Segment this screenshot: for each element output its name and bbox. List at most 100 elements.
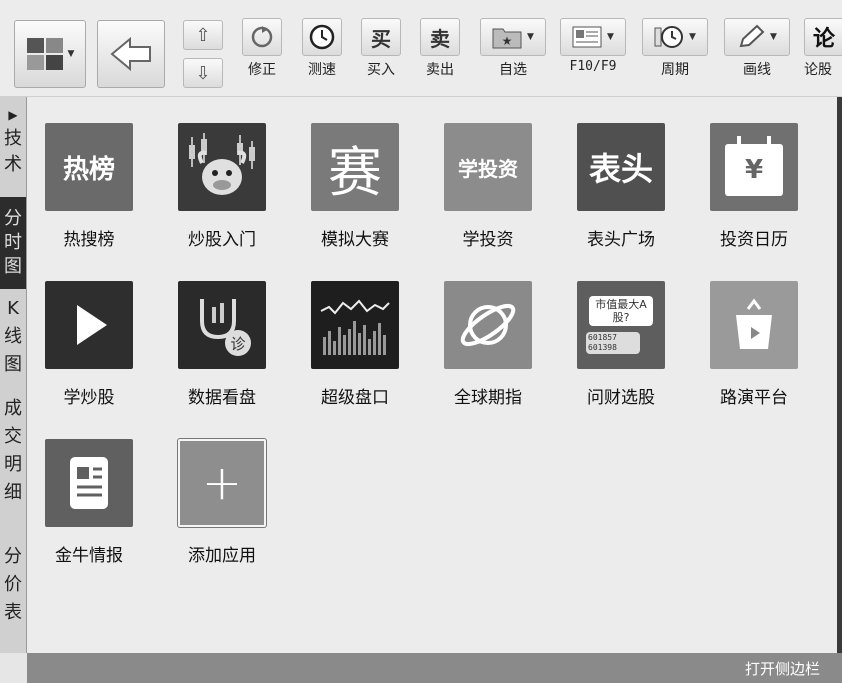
app-label: 表头广场 — [587, 230, 655, 250]
sell-label: 卖出 — [426, 62, 454, 78]
open-sidebar-label: 打开侧边栏 — [744, 659, 820, 678]
layout-switch-button[interactable]: ▼ — [14, 20, 86, 88]
left-strip-char[interactable]: 价 — [0, 573, 26, 597]
header-square-icon: 表头 — [577, 123, 665, 211]
draw-line-label: 画线 — [743, 62, 771, 78]
news-document-icon — [45, 439, 133, 527]
app-invest-calendar[interactable]: ¥ 投资日历 — [699, 123, 809, 250]
contest-icon: 赛 — [311, 123, 399, 211]
chevron-down-icon: ▼ — [689, 32, 696, 42]
back-button[interactable] — [97, 20, 165, 88]
correct-label: 修正 — [248, 62, 276, 78]
left-strip-char[interactable]: K — [0, 297, 26, 321]
period-button[interactable]: ▼ 周期 — [640, 18, 710, 79]
refresh-icon — [242, 18, 282, 56]
app-data-watch[interactable]: 诊 数据看盘 — [167, 281, 277, 408]
app-ask-wealth-pick-stock[interactable]: 市值最大A股? 601857 601398 问财选股 — [566, 281, 676, 408]
chevron-down-icon: ▼ — [527, 32, 534, 42]
app-label: 添加应用 — [188, 546, 256, 566]
left-strip-char[interactable]: 表 — [0, 601, 26, 625]
sell-icon: 卖 — [420, 18, 460, 56]
app-panel: 热榜 热搜榜 炒股入门 赛 模拟大赛 学投资 学投资 表头 表头广场 ¥ 投资日… — [27, 97, 837, 653]
left-strip-arrow-icon: ▶ — [8, 108, 18, 122]
left-strip-tab-active[interactable]: 分 时 图 — [0, 197, 26, 289]
chevron-down-icon: ▼ — [67, 49, 75, 59]
watchlist-button[interactable]: ★ ▼ 自选 — [478, 18, 548, 79]
chevron-down-icon: ▼ — [770, 32, 777, 42]
app-label: 数据看盘 — [188, 388, 256, 408]
podium-icon — [710, 281, 798, 369]
left-strip-char: 时 — [4, 232, 22, 253]
sidebar-toggle-bar[interactable]: 打开侧边栏 — [27, 653, 842, 683]
left-strip-char[interactable]: 成 — [0, 397, 26, 421]
app-golden-bull-intel[interactable]: 金牛情报 — [34, 439, 144, 566]
page-up-button[interactable]: ⇧ — [183, 20, 223, 50]
page-down-button[interactable]: ⇩ — [183, 58, 223, 88]
app-roadshow-platform[interactable]: 路演平台 — [699, 281, 809, 408]
document-icon: ▼ — [560, 18, 626, 56]
left-strip-char: 图 — [4, 256, 22, 277]
hot-list-icon: 热榜 — [45, 123, 133, 211]
chat-bubble-icon: 市值最大A股? 601857 601398 — [577, 281, 665, 369]
left-strip-char[interactable]: 术 — [0, 153, 26, 177]
app-stock-beginner[interactable]: 炒股入门 — [167, 123, 277, 250]
buy-button[interactable]: 买 买入 — [357, 18, 405, 79]
f10-f9-label: F10/F9 — [569, 59, 617, 74]
right-scroll-edge — [837, 97, 842, 653]
arrow-left-icon — [110, 37, 151, 71]
pencil-icon: ▼ — [724, 18, 790, 56]
bull-chart-icon — [178, 123, 266, 211]
app-label: 热搜榜 — [63, 230, 115, 250]
svg-text:★: ★ — [502, 34, 513, 48]
app-label: 学投资 — [462, 230, 514, 250]
sell-button[interactable]: 卖 卖出 — [416, 18, 464, 79]
left-strip-char[interactable]: 分 — [0, 545, 26, 569]
chevron-down-icon: ▼ — [607, 32, 614, 42]
app-label: 模拟大赛 — [321, 230, 389, 250]
draw-line-button[interactable]: ▼ 画线 — [722, 18, 792, 79]
period-label: 周期 — [661, 62, 689, 78]
app-learn-invest[interactable]: 学投资 学投资 — [433, 123, 543, 250]
app-label: 学炒股 — [63, 388, 115, 408]
left-strip-char[interactable]: 线 — [0, 325, 26, 349]
discuss-stock-button[interactable]: 论 论股 — [804, 18, 842, 79]
play-video-icon — [45, 281, 133, 369]
discuss-stock-label: 论股 — [804, 62, 832, 78]
stethoscope-icon: 诊 — [178, 281, 266, 369]
add-app-button[interactable]: + 添加应用 — [167, 439, 277, 566]
f10-f9-button[interactable]: ▼ F10/F9 — [558, 18, 628, 74]
app-super-order-book[interactable]: 超级盘口 — [300, 281, 410, 408]
app-header-square[interactable]: 表头 表头广场 — [566, 123, 676, 250]
left-strip-char: 分 — [4, 208, 22, 229]
folder-star-icon: ★ ▼ — [480, 18, 546, 56]
left-strip-char[interactable]: 交 — [0, 425, 26, 449]
left-strip-char[interactable]: 细 — [0, 481, 26, 505]
planet-icon — [444, 281, 532, 369]
left-tab-strip: ▶ 技 术 分 时 图 K 线 图 成 交 明 细 分 价 表 — [0, 97, 27, 653]
buy-label: 买入 — [367, 62, 395, 78]
arrow-up-icon: ⇧ — [195, 24, 211, 46]
watchlist-label: 自选 — [499, 62, 527, 78]
app-label: 炒股入门 — [188, 230, 256, 250]
clock-icon — [302, 18, 342, 56]
plus-icon: + — [178, 439, 266, 527]
app-simulation-contest[interactable]: 赛 模拟大赛 — [300, 123, 410, 250]
left-strip-char[interactable]: 技 — [0, 127, 26, 151]
discuss-icon: 论 — [804, 18, 842, 56]
layout-grid-icon — [26, 38, 63, 70]
left-strip-char[interactable]: 明 — [0, 453, 26, 477]
learn-invest-icon: 学投资 — [444, 123, 532, 211]
svg-text:诊: 诊 — [230, 335, 245, 353]
buy-icon: 买 — [361, 18, 401, 56]
app-global-index-futures[interactable]: 全球期指 — [433, 281, 543, 408]
app-label: 问财选股 — [587, 388, 655, 408]
order-book-chart-icon — [311, 281, 399, 369]
arrow-down-icon: ⇩ — [195, 62, 211, 84]
period-clock-icon: ▼ — [642, 18, 708, 56]
correct-button[interactable]: 修正 — [238, 18, 286, 79]
calendar-icon: ¥ — [710, 123, 798, 211]
app-learn-trading[interactable]: 学炒股 — [34, 281, 144, 408]
left-strip-char[interactable]: 图 — [0, 353, 26, 377]
app-hot-search[interactable]: 热榜 热搜榜 — [34, 123, 144, 250]
speed-test-button[interactable]: 测速 — [298, 18, 346, 79]
